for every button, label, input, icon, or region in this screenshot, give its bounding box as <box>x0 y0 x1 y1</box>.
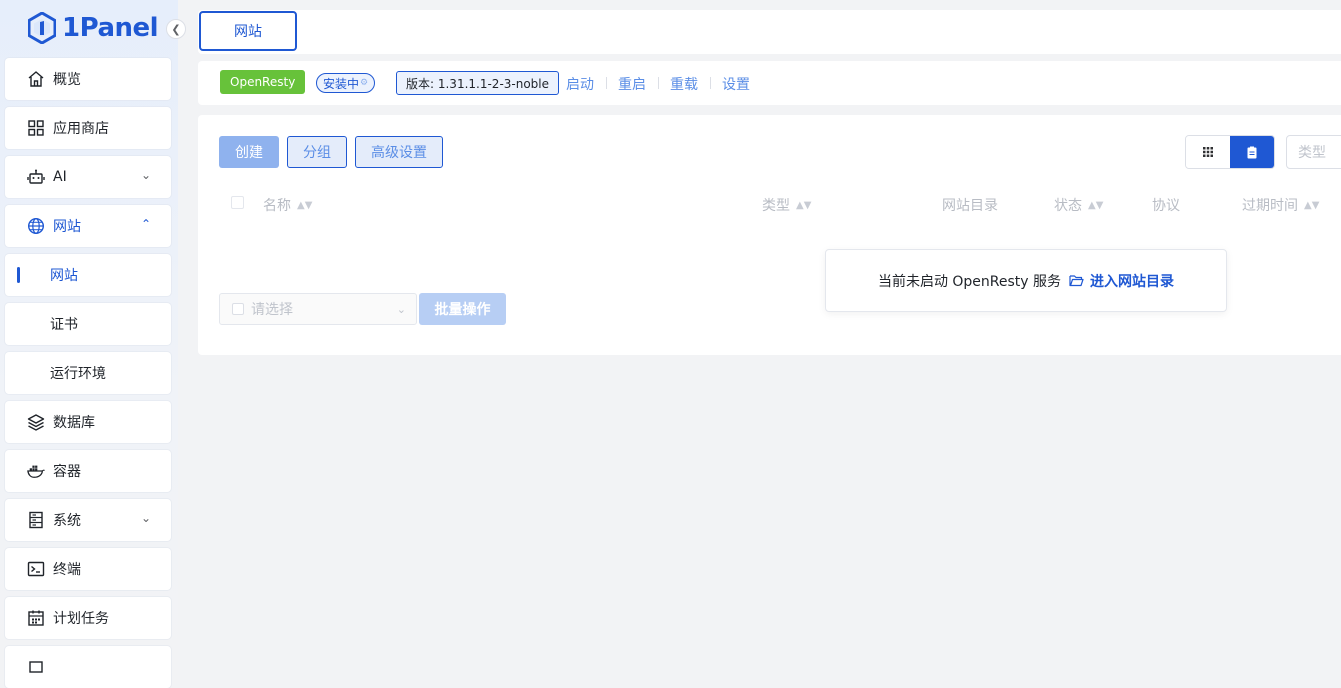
list-view-button[interactable] <box>1230 136 1274 168</box>
grid-view-icon <box>1203 147 1213 157</box>
settings-link[interactable]: 设置 <box>722 74 750 94</box>
type-filter-placeholder: 类型 <box>1298 145 1326 161</box>
sidebar-item-database[interactable]: 数据库 <box>5 401 171 443</box>
sidebar-item-label: 概览 <box>53 72 81 88</box>
sort-icon: ▲▼ <box>297 199 313 211</box>
advanced-settings-button[interactable]: 高级设置 <box>355 136 443 168</box>
toolbox-icon <box>27 658 45 676</box>
sidebar-item-container[interactable]: 容器 <box>5 450 171 492</box>
batch-operation-button[interactable]: 批量操作 <box>419 293 506 325</box>
column-label: 过期时间 <box>1242 198 1298 214</box>
sidebar-item-label: 计划任务 <box>53 611 109 627</box>
type-filter-select[interactable]: 类型 <box>1286 135 1341 169</box>
chevron-down-icon: ⌄ <box>140 168 151 182</box>
chevron-down-icon: ⌄ <box>396 303 406 316</box>
website-list-card: 创建 分组 高级设置 类型 名称 ▲▼ 类型 ▲▼ 网站目录 状态 ▲▼ 协议 … <box>198 115 1341 355</box>
column-header-protocol: 协议 <box>1152 198 1180 214</box>
calendar-icon <box>27 609 45 627</box>
sidebar-item-label: AI <box>53 169 67 185</box>
sidebar: 1Panel ❮ 概览 应用商店 AI ⌄ 网站 ⌃ 网站 证书 运行环境 数据… <box>0 0 186 688</box>
globe-icon <box>27 217 45 235</box>
version-badge: 版本: 1.31.1.1-2-3-noble <box>396 71 560 95</box>
sort-icon: ▲▼ <box>1088 199 1104 211</box>
server-icon <box>27 511 45 529</box>
column-header-status[interactable]: 状态 ▲▼ <box>1054 195 1103 215</box>
layers-icon <box>27 413 45 431</box>
sidebar-item-ai[interactable]: AI ⌄ <box>5 156 171 198</box>
loading-icon: ⚙ <box>360 78 369 88</box>
sidebar-item-label: 运行环境 <box>50 366 106 382</box>
app-name-badge: OpenResty <box>220 70 306 94</box>
sidebar-item-system[interactable]: 系统 ⌄ <box>5 499 171 541</box>
home-icon <box>27 70 45 88</box>
collapse-sidebar-button[interactable]: ❮ <box>166 19 186 39</box>
sidebar-item-label: 网站 <box>53 219 81 235</box>
column-header-site-dir: 网站目录 <box>942 198 998 214</box>
sort-icon: ▲▼ <box>796 199 812 211</box>
sidebar-item-label: 终端 <box>53 562 81 578</box>
docker-icon <box>27 462 45 480</box>
active-indicator <box>17 267 20 283</box>
restart-link[interactable]: 重启 <box>618 74 646 94</box>
create-button[interactable]: 创建 <box>219 136 279 168</box>
1panel-logo-icon <box>28 12 56 44</box>
column-header-expire[interactable]: 过期时间 ▲▼ <box>1242 195 1319 215</box>
sidebar-item-label: 应用商店 <box>53 121 109 137</box>
reload-link[interactable]: 重载 <box>670 74 698 94</box>
group-button[interactable]: 分组 <box>287 136 347 168</box>
sidebar-item-label: 网站 <box>50 268 78 284</box>
app-status-bar: OpenResty 安装中 ⚙ 版本: 1.31.1.1-2-3-noble 启… <box>198 61 1341 105</box>
brand-name: 1Panel <box>62 13 159 43</box>
tab-bar: 网站 <box>198 10 1341 54</box>
sidebar-item-partial[interactable] <box>5 646 171 688</box>
sidebar-subitem-certificate[interactable]: 证书 <box>5 303 171 345</box>
sidebar-item-label: 容器 <box>53 464 81 480</box>
column-label: 状态 <box>1054 198 1082 214</box>
column-label: 类型 <box>762 198 790 214</box>
start-link[interactable]: 启动 <box>566 74 594 94</box>
chevron-down-icon: ⌄ <box>140 511 151 525</box>
divider <box>606 77 607 89</box>
robot-icon <box>27 168 45 186</box>
grid-icon <box>27 119 45 137</box>
grid-view-button[interactable] <box>1186 136 1230 168</box>
column-label: 名称 <box>263 198 291 214</box>
column-header-name[interactable]: 名称 ▲▼ <box>263 195 312 215</box>
view-toggle <box>1185 135 1275 169</box>
status-text: 安装中 <box>323 76 360 91</box>
select-all-checkbox[interactable] <box>231 196 244 209</box>
sidebar-item-label: 系统 <box>53 513 81 529</box>
logo[interactable]: 1Panel <box>28 10 159 46</box>
divider <box>710 77 711 89</box>
batch-select[interactable]: 请选择 ⌄ <box>219 293 417 325</box>
batch-select-placeholder: 请选择 <box>251 302 293 318</box>
open-site-dir-link[interactable]: 进入网站目录 <box>1090 271 1174 291</box>
batch-checkbox[interactable] <box>232 303 244 315</box>
terminal-icon <box>27 560 45 578</box>
sort-icon: ▲▼ <box>1304 199 1320 211</box>
sidebar-item-cron[interactable]: 计划任务 <box>5 597 171 639</box>
popover-message: 当前未启动 OpenResty 服务 <box>877 273 1062 290</box>
sidebar-item-terminal[interactable]: 终端 <box>5 548 171 590</box>
sidebar-item-label: 证书 <box>50 317 78 333</box>
divider <box>658 77 659 89</box>
sidebar-item-website[interactable]: 网站 ⌃ <box>5 205 171 247</box>
status-badge: 安装中 ⚙ <box>316 73 376 93</box>
sidebar-item-app-store[interactable]: 应用商店 <box>5 107 171 149</box>
column-header-type[interactable]: 类型 ▲▼ <box>762 195 811 215</box>
folder-open-icon <box>1069 274 1084 287</box>
sidebar-item-label: 数据库 <box>53 415 95 431</box>
sidebar-subitem-runtime[interactable]: 运行环境 <box>5 352 171 394</box>
tab-website[interactable]: 网站 <box>199 11 297 51</box>
sidebar-subitem-website[interactable]: 网站 <box>5 254 171 296</box>
sidebar-item-overview[interactable]: 概览 <box>5 58 171 100</box>
chevron-left-icon: ❮ <box>171 22 181 36</box>
chevron-up-icon: ⌃ <box>140 217 151 231</box>
clipboard-list-icon <box>1247 146 1257 158</box>
service-not-started-popover: 当前未启动 OpenResty 服务 进入网站目录 <box>825 249 1227 312</box>
